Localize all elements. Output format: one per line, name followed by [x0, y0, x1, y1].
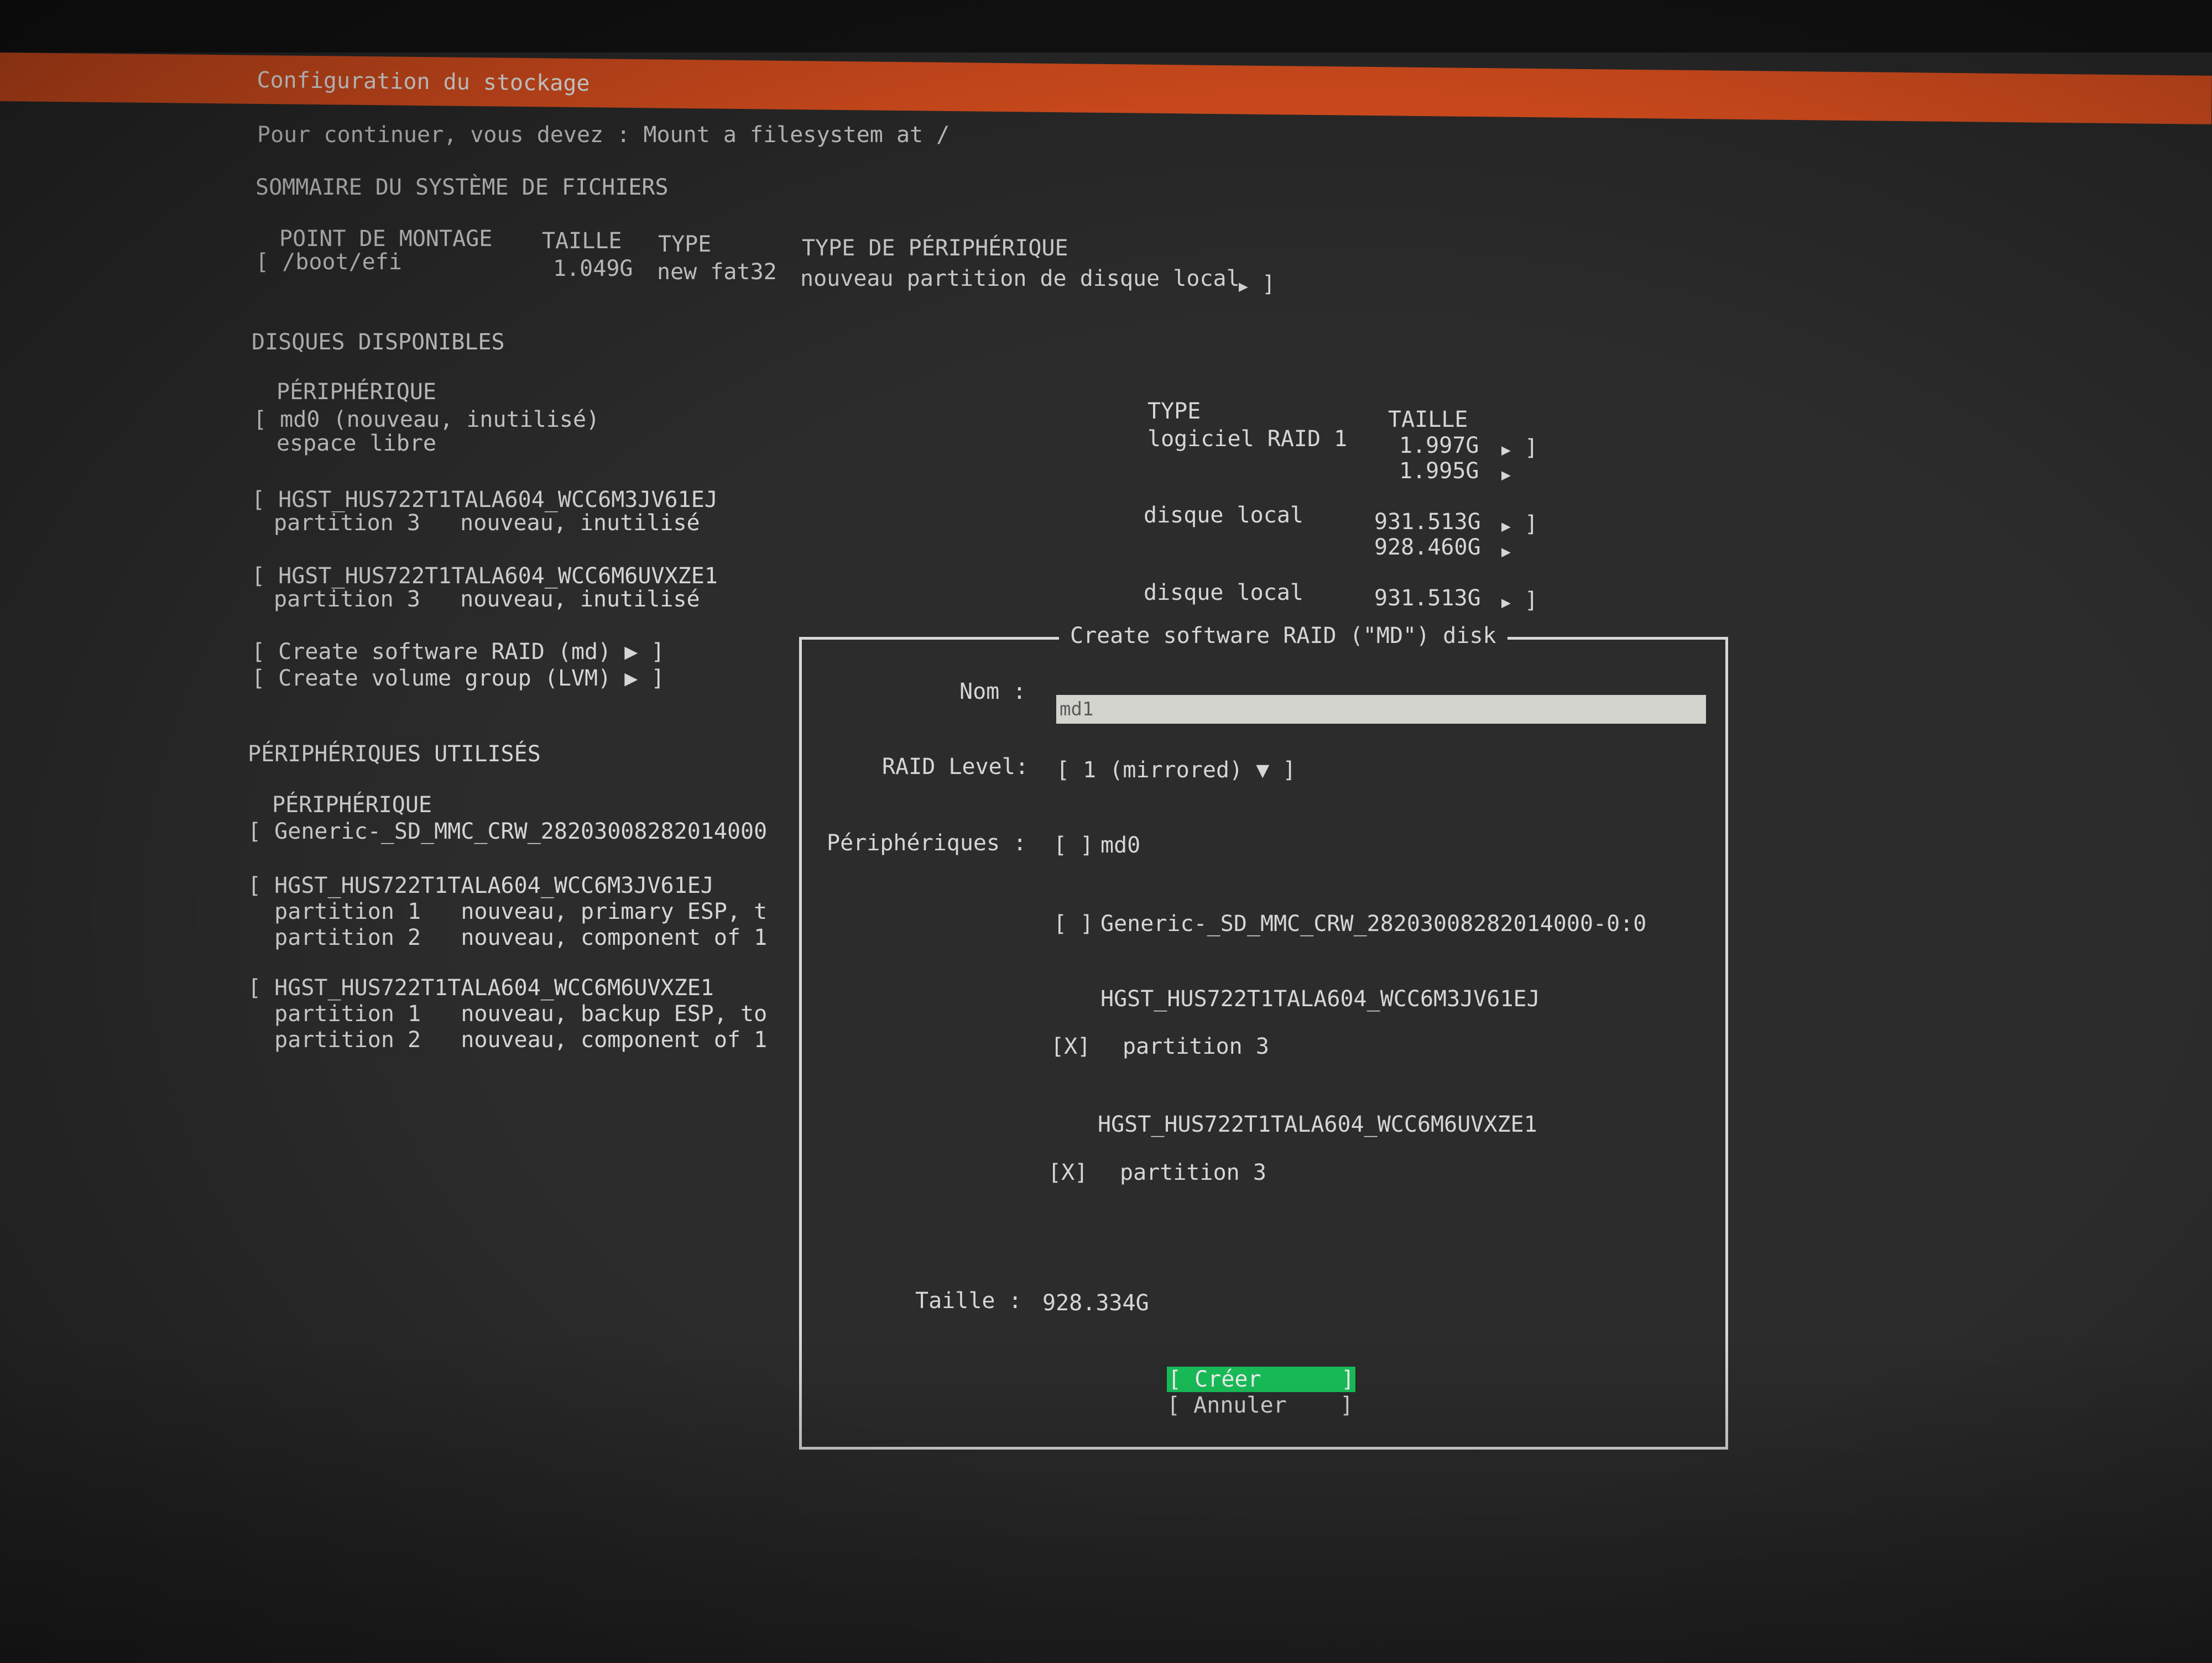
col-mount-point: POINT DE MONTAGE [279, 226, 493, 252]
used-item[interactable]: partition 2 nouveau, component of 1 [248, 1027, 767, 1053]
disk-sub-name: espace libre [276, 431, 436, 456]
arrow-right-icon: ▶ [1501, 517, 1511, 535]
used-item[interactable]: partition 2 nouveau, component of 1 [248, 924, 767, 951]
disk-type: disque local [1144, 503, 1303, 528]
available-heading: DISQUES DISPONIBLES [252, 330, 505, 355]
fs-row-size: 1.049G [553, 256, 633, 281]
used-item[interactable]: partition 1 nouveau, primary ESP, t [248, 898, 767, 925]
cancel-button[interactable]: [ Annuler ] [1167, 1393, 1353, 1418]
disk-sub-name: partition 3 nouveau, inutilisé [274, 587, 700, 612]
device-checkbox[interactable]: [X] [1048, 1159, 1088, 1186]
raid-level-label: RAID Level: [882, 754, 1029, 780]
used-col-device: PÉRIPHÉRIQUE [272, 792, 432, 818]
disk-sub-name: partition 3 nouveau, inutilisé [274, 510, 700, 536]
available-col-device: PÉRIPHÉRIQUE [276, 379, 436, 405]
disk-name: [ HGST_HUS722T1TALA604_WCC6M6UVXZE1 [252, 563, 718, 589]
device-label: Generic-_SD_MMC_CRW_28203008282014000-0:… [1100, 911, 1647, 937]
create-raid-dialog: Create software RAID ("MD") disk Nom : m… [799, 623, 1728, 1450]
device-group-hgst-1: HGST_HUS722T1TALA604_WCC6M3JV61EJ [1100, 986, 1540, 1012]
device-label: partition 3 [1120, 1160, 1266, 1185]
arrow-right-icon: ▶ [1501, 441, 1511, 459]
disk-size: 1.997G [1399, 433, 1479, 458]
available-col-type: TYPE [1147, 399, 1201, 424]
fs-row-close: ] [1262, 271, 1276, 297]
dialog-title: Create software RAID ("MD") disk [1059, 623, 1507, 649]
fs-row-type: new fat32 [657, 259, 777, 285]
disk-sub-size: 928.460G [1374, 535, 1481, 560]
arrow-right-icon: ▶ [1501, 593, 1511, 611]
name-input[interactable]: md1 [1056, 695, 1706, 724]
header-title: Configuration du stockage [257, 67, 590, 97]
size-value: 928.334G [1042, 1290, 1149, 1316]
instruction-text: Pour continuer, vous devez : Mount a fil… [257, 122, 950, 148]
disk-size: 931.513G [1374, 509, 1481, 535]
col-size: TAILLE [542, 228, 622, 254]
used-heading: PÉRIPHÉRIQUES UTILISÉS [248, 741, 541, 767]
create-lvm-button[interactable]: [ Create volume group (LVM) ▶ ] [252, 665, 665, 692]
monitor-bezel [0, 0, 2212, 53]
used-item[interactable]: partition 1 nouveau, backup ESP, to [248, 1001, 767, 1027]
device-label: partition 3 [1123, 1034, 1269, 1059]
fs-summary-heading: SOMMAIRE DU SYSTÈME DE FICHIERS [255, 175, 669, 200]
device-label: md0 [1100, 833, 1141, 858]
arrow-right-icon: ▶ [1501, 466, 1511, 484]
fs-row-device-type: nouveau partition de disque local [800, 266, 1240, 291]
size-label: Taille : [915, 1288, 1022, 1314]
raid-level-select[interactable]: [ 1 (mirrored) ▼ ] [1056, 757, 1296, 783]
header-bar: Configuration du stockage [0, 53, 2212, 124]
available-col-size: TAILLE [1388, 407, 1468, 432]
used-item[interactable]: [ Generic-_SD_MMC_CRW_28203008282014000 [248, 818, 767, 845]
help-button[interactable]: [ He [2159, 82, 2212, 107]
arrow-right-icon: ▶ [1239, 277, 1248, 295]
disk-name: [ md0 (nouveau, inutilisé) [253, 407, 600, 432]
disk-close: ] [1525, 511, 1538, 537]
disk-name: [ HGST_HUS722T1TALA604_WCC6M3JV61EJ [252, 487, 718, 513]
col-device-type: TYPE DE PÉRIPHÉRIQUE [802, 236, 1068, 261]
disk-type: logiciel RAID 1 [1147, 426, 1348, 452]
col-type: TYPE [658, 232, 712, 257]
create-button[interactable]: [ Créer ] [1167, 1367, 1356, 1392]
device-checkbox[interactable]: [X] [1051, 1033, 1091, 1060]
used-item[interactable]: [ HGST_HUS722T1TALA604_WCC6M3JV61EJ [248, 872, 714, 899]
disk-size: 931.513G [1374, 585, 1481, 611]
fs-row-mount: [ /boot/efi [255, 249, 402, 275]
disk-close: ] [1525, 435, 1538, 461]
name-label: Nom : [959, 679, 1026, 704]
device-group-hgst-2: HGST_HUS722T1TALA604_WCC6M6UVXZE1 [1098, 1112, 1537, 1137]
device-checkbox[interactable]: [ ] [1053, 911, 1093, 937]
disk-type: disque local [1144, 580, 1303, 605]
used-item[interactable]: [ HGST_HUS722T1TALA604_WCC6M6UVXZE1 [248, 975, 714, 1001]
disk-sub-size: 1.995G [1399, 458, 1479, 484]
create-raid-button[interactable]: [ Create software RAID (md) ▶ ] [252, 639, 665, 665]
devices-label: Périphériques : [827, 830, 1027, 856]
disk-close: ] [1525, 588, 1538, 613]
arrow-right-icon: ▶ [1501, 542, 1511, 561]
device-checkbox[interactable]: [ ] [1053, 832, 1093, 859]
